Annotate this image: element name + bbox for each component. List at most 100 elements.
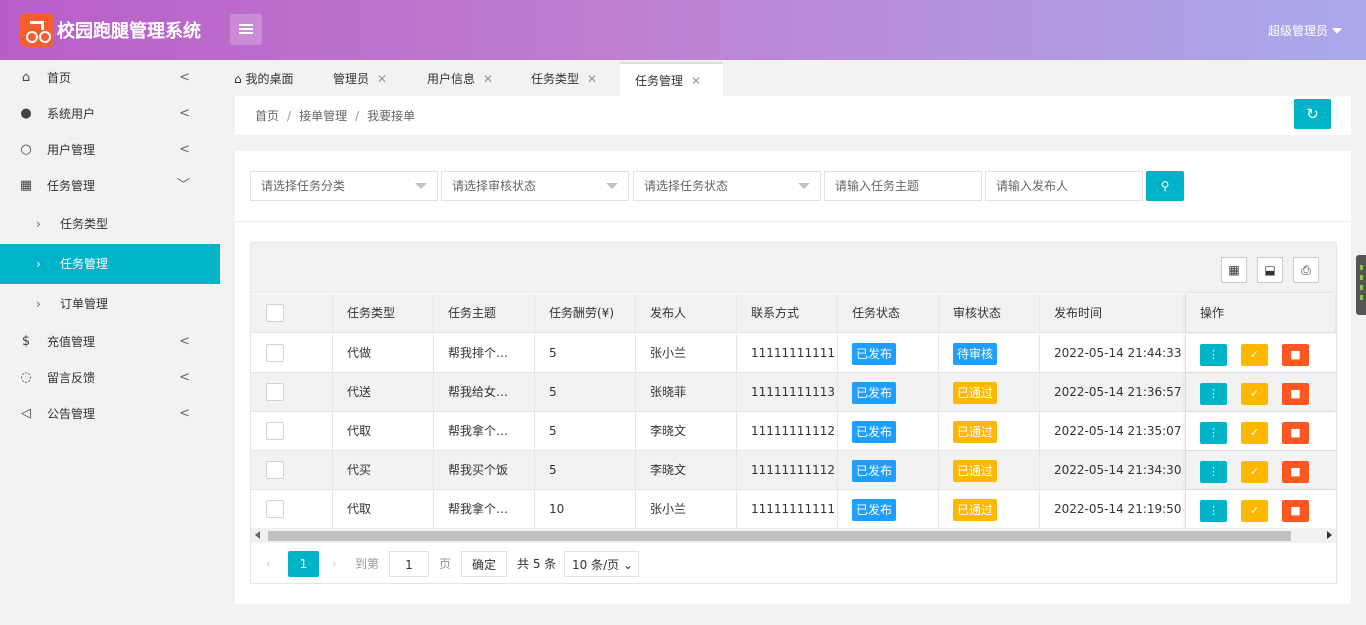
- delete-button[interactable]: ■: [1282, 383, 1309, 405]
- trash-icon: ■: [1290, 465, 1301, 478]
- approve-button[interactable]: ✓: [1241, 422, 1268, 444]
- column-header[interactable]: 审核状态: [939, 294, 1040, 332]
- row-actions: ⋮ ✓ ■: [1186, 412, 1336, 450]
- dollar-icon: $: [21, 334, 31, 349]
- approve-button[interactable]: ✓: [1241, 500, 1268, 522]
- more-options-button[interactable]: ⋮: [1200, 383, 1227, 405]
- page-number-current[interactable]: 1: [288, 551, 319, 577]
- column-header[interactable]: 任务状态: [838, 294, 939, 332]
- row-checkbox-cell: [251, 412, 333, 450]
- more-options-button[interactable]: ⋮: [1200, 344, 1227, 366]
- scrollbar-thumb[interactable]: [268, 531, 1291, 541]
- row-checkbox[interactable]: [266, 383, 284, 401]
- user-menu[interactable]: 超级管理员: [1268, 22, 1342, 39]
- approve-button[interactable]: ✓: [1241, 344, 1268, 366]
- table-row[interactable]: 代取 帮我拿个… 5 李晓文 11111111112 已发布 已通过 2022-05-14 2…: [251, 412, 1336, 451]
- hamburger-icon-line: [239, 28, 253, 30]
- task-category-select[interactable]: 请选择任务分类: [250, 171, 438, 201]
- column-header[interactable]: 发布人: [636, 294, 737, 332]
- goto-page-input[interactable]: 1: [389, 551, 429, 577]
- sidebar-subitem-task-types[interactable]: › 任务类型: [0, 204, 220, 244]
- delete-button[interactable]: ■: [1282, 344, 1309, 366]
- breadcrumb-item[interactable]: 接单管理: [299, 109, 347, 123]
- scroll-left-icon[interactable]: [255, 531, 260, 539]
- export-icon[interactable]: ⬓: [1257, 257, 1283, 283]
- delete-button[interactable]: ■: [1282, 422, 1309, 444]
- sidebar-item-task-management[interactable]: ▦ 任务管理 ﹀: [0, 168, 220, 204]
- main-panel: 请选择任务分类 请选择审核状态 请选择任务状态 请输入任务主题 请输入发布人 ⚲…: [235, 151, 1351, 604]
- table-row[interactable]: 代取 帮我拿个… 10 张小兰 11111111111 已发布 已通过 2022-05-14 …: [251, 490, 1336, 529]
- close-icon[interactable]: ✕: [587, 72, 597, 86]
- row-checkbox[interactable]: [266, 422, 284, 440]
- widget-bar: [1360, 265, 1363, 270]
- tab-user-info[interactable]: 用户信息 ✕: [427, 62, 493, 96]
- check-circle-icon: ✓: [1249, 504, 1260, 517]
- more-options-button[interactable]: ⋮: [1200, 500, 1227, 522]
- menu-toggle-button[interactable]: [230, 14, 262, 45]
- table-row[interactable]: 代做 帮我排个… 5 张小兰 11111111111 已发布 待审核 2022-05-14 2…: [251, 334, 1336, 373]
- table-row[interactable]: 代买 帮我买个饭 5 李晓文 11111111112 已发布 已通过 2022-05-14 2…: [251, 451, 1336, 490]
- sidebar-subitem-label: 订单管理: [60, 297, 109, 311]
- side-widget[interactable]: [1356, 255, 1366, 315]
- approve-button[interactable]: ✓: [1241, 461, 1268, 483]
- sidebar-item-recharge[interactable]: $ 充值管理 <: [0, 324, 220, 360]
- publisher-input[interactable]: 请输入发布人: [985, 171, 1143, 201]
- column-header[interactable]: 发布时间: [1040, 294, 1186, 332]
- trash-icon: ■: [1290, 504, 1301, 517]
- task-type-cell: 代取: [333, 412, 434, 450]
- page-size-select[interactable]: 10 条/页 ⌄: [564, 551, 639, 577]
- breadcrumb-separator: /: [355, 109, 360, 123]
- print-icon[interactable]: ⎙: [1293, 257, 1319, 283]
- task-type-cell: 代做: [333, 334, 434, 372]
- task-status-cell: 已发布: [838, 373, 939, 411]
- more-vertical-icon: ⋮: [1208, 426, 1219, 439]
- close-icon[interactable]: ✕: [483, 72, 493, 86]
- tab-task-management[interactable]: 任务管理 ✕: [620, 62, 723, 96]
- delete-button[interactable]: ■: [1282, 461, 1309, 483]
- user-name: 超级管理员: [1267, 24, 1328, 38]
- chevron-down-icon: ﹀: [176, 178, 190, 193]
- task-status-select[interactable]: 请选择任务状态: [633, 171, 821, 201]
- review-status-select[interactable]: 请选择审核状态: [441, 171, 629, 201]
- tab-task-types[interactable]: 任务类型 ✕: [531, 62, 597, 96]
- review-badge: 已通过: [953, 459, 998, 482]
- row-checkbox[interactable]: [266, 461, 284, 479]
- delete-button[interactable]: ■: [1282, 500, 1309, 522]
- sidebar-subitem-task-management[interactable]: › 任务管理: [0, 244, 220, 284]
- scroll-right-icon[interactable]: [1327, 531, 1332, 539]
- approve-button[interactable]: ✓: [1241, 383, 1268, 405]
- confirm-button[interactable]: 确定: [461, 551, 507, 577]
- tab-admin[interactable]: 管理员 ✕: [333, 62, 387, 96]
- sidebar-item-system-users[interactable]: ● 系统用户 <: [0, 96, 220, 132]
- speaker-icon: ◁: [21, 406, 31, 421]
- top-header: 校园跑腿管理系统 超级管理员: [0, 0, 1366, 60]
- column-header[interactable]: 任务主题: [434, 294, 535, 332]
- more-options-button[interactable]: ⋮: [1200, 461, 1227, 483]
- horizontal-scrollbar[interactable]: [251, 528, 1336, 543]
- row-checkbox[interactable]: [266, 500, 284, 518]
- task-status-cell: 已发布: [838, 451, 939, 489]
- column-header[interactable]: 联系方式: [737, 294, 838, 332]
- search-button[interactable]: ⚲: [1146, 171, 1184, 201]
- sidebar-subitem-order-management[interactable]: › 订单管理: [0, 284, 220, 324]
- close-icon[interactable]: ✕: [377, 72, 387, 86]
- contact-cell: 11111111112: [737, 451, 838, 489]
- tab-my-desktop[interactable]: ⌂ 我的桌面: [234, 62, 293, 96]
- table-row[interactable]: 代送 帮我给女… 5 张晓菲 11111111113 已发布 已通过 2022-05-14 2…: [251, 373, 1336, 412]
- next-page-icon[interactable]: ›: [332, 551, 337, 577]
- column-header[interactable]: 任务类型: [333, 294, 434, 332]
- close-icon[interactable]: ✕: [691, 74, 701, 88]
- refresh-button[interactable]: ↻: [1294, 99, 1331, 129]
- columns-filter-icon[interactable]: ▦: [1221, 257, 1247, 283]
- task-subject-input[interactable]: 请输入任务主题: [824, 171, 982, 201]
- more-options-button[interactable]: ⋮: [1200, 422, 1227, 444]
- sidebar-item-user-management[interactable]: ○ 用户管理 <: [0, 132, 220, 168]
- breadcrumb-item[interactable]: 首页: [255, 109, 279, 123]
- sidebar-item-home[interactable]: ⌂ 首页 <: [0, 60, 220, 96]
- select-all-checkbox[interactable]: [266, 304, 284, 322]
- row-checkbox[interactable]: [266, 344, 284, 362]
- sidebar-item-feedback[interactable]: ◌ 留言反馈 <: [0, 360, 220, 396]
- sidebar-item-announcements[interactable]: ◁ 公告管理 <: [0, 396, 220, 432]
- prev-page-icon[interactable]: ‹: [266, 551, 271, 577]
- column-header[interactable]: 任务酬劳(¥): [535, 294, 636, 332]
